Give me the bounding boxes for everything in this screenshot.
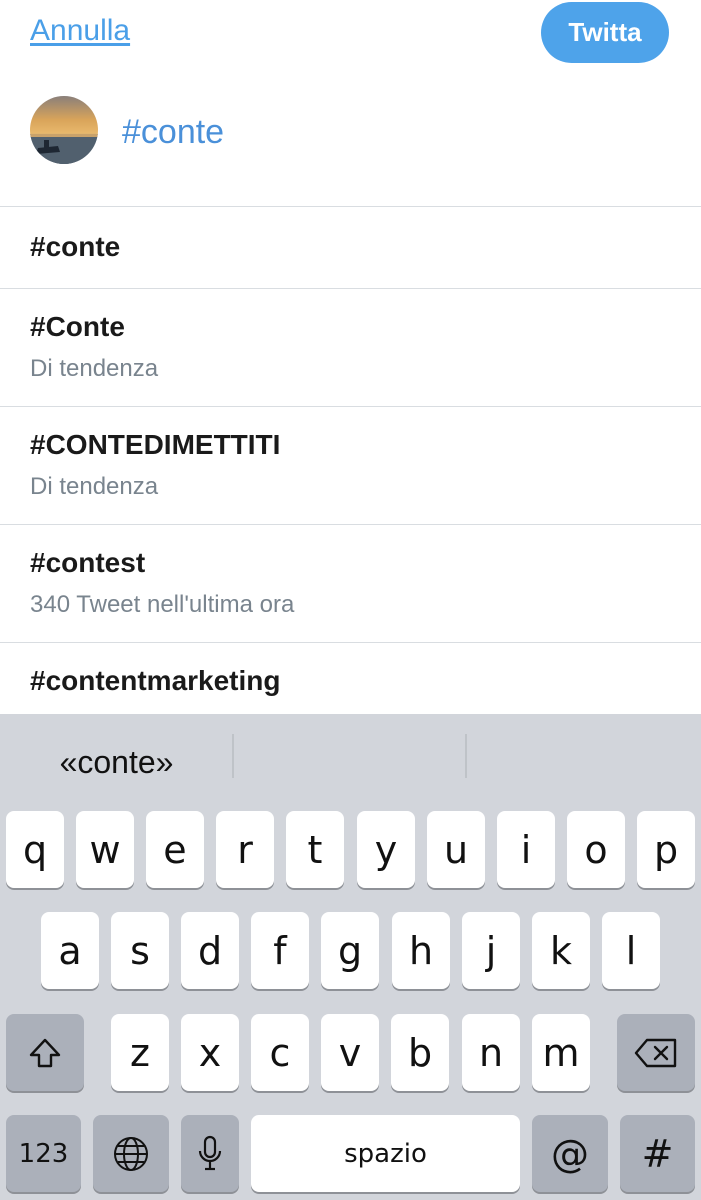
suggestion-tag: #conte bbox=[30, 231, 121, 262]
key-i[interactable]: i bbox=[497, 811, 555, 888]
key-z[interactable]: z bbox=[111, 1014, 169, 1091]
key-m[interactable]: m bbox=[532, 1014, 590, 1091]
key-x[interactable]: x bbox=[181, 1014, 239, 1091]
key-v[interactable]: v bbox=[321, 1014, 379, 1091]
suggestion-subtitle: Di tendenza bbox=[30, 473, 159, 500]
key-j[interactable]: j bbox=[462, 912, 520, 989]
suggestion-row[interactable]: #contentmarketing bbox=[0, 642, 701, 714]
key-s[interactable]: s bbox=[111, 912, 169, 989]
microphone-icon bbox=[197, 1135, 223, 1173]
key-k[interactable]: k bbox=[532, 912, 590, 989]
at-key[interactable]: @ bbox=[532, 1115, 608, 1192]
space-key[interactable]: spazio bbox=[251, 1115, 520, 1192]
suggestion-row[interactable]: #contest 340 Tweet nell'ultima ora bbox=[0, 524, 701, 642]
shift-icon bbox=[28, 1036, 62, 1070]
globe-key[interactable] bbox=[93, 1115, 169, 1192]
backspace-key[interactable] bbox=[617, 1014, 695, 1091]
key-g[interactable]: g bbox=[321, 912, 379, 989]
prediction-item-empty[interactable] bbox=[234, 714, 466, 810]
key-c[interactable]: c bbox=[251, 1014, 309, 1091]
key-l[interactable]: l bbox=[602, 912, 660, 989]
globe-icon bbox=[112, 1135, 150, 1173]
suggestion-tag: #contest bbox=[30, 547, 146, 578]
suggestion-tag: #contentmarketing bbox=[30, 665, 281, 696]
key-y[interactable]: y bbox=[357, 811, 415, 888]
key-r[interactable]: r bbox=[216, 811, 274, 888]
suggestion-subtitle: 340 Tweet nell'ultima ora bbox=[30, 591, 295, 618]
compose-header: Annulla Twitta #conte bbox=[0, 0, 701, 206]
cancel-button[interactable]: Annulla bbox=[30, 14, 130, 48]
key-h[interactable]: h bbox=[392, 912, 450, 989]
prediction-bar: «conte» bbox=[0, 714, 701, 810]
key-e[interactable]: e bbox=[146, 811, 204, 888]
hashtag-suggestions: #conte #Conte Di tendenza #CONTEDIMETTIT… bbox=[0, 206, 701, 714]
key-q[interactable]: q bbox=[6, 811, 64, 888]
compose-text[interactable]: #conte bbox=[122, 113, 224, 152]
hash-key[interactable]: # bbox=[620, 1115, 695, 1192]
prediction-item-empty[interactable] bbox=[467, 714, 701, 810]
key-f[interactable]: f bbox=[251, 912, 309, 989]
key-d[interactable]: d bbox=[181, 912, 239, 989]
suggestion-tag: #Conte bbox=[30, 311, 125, 342]
key-w[interactable]: w bbox=[76, 811, 134, 888]
tweet-button[interactable]: Twitta bbox=[541, 2, 669, 63]
avatar bbox=[30, 96, 98, 164]
suggestion-tag: #CONTEDIMETTITI bbox=[30, 429, 281, 460]
key-b[interactable]: b bbox=[391, 1014, 449, 1091]
suggestion-row[interactable]: #CONTEDIMETTITI Di tendenza bbox=[0, 406, 701, 524]
key-a[interactable]: a bbox=[41, 912, 99, 989]
key-t[interactable]: t bbox=[286, 811, 344, 888]
prediction-item[interactable]: «conte» bbox=[0, 714, 233, 810]
key-p[interactable]: p bbox=[637, 811, 695, 888]
suggestion-row[interactable]: #Conte Di tendenza bbox=[0, 288, 701, 406]
key-o[interactable]: o bbox=[567, 811, 625, 888]
key-n[interactable]: n bbox=[462, 1014, 520, 1091]
numbers-key[interactable]: 123 bbox=[6, 1115, 81, 1192]
key-u[interactable]: u bbox=[427, 811, 485, 888]
dictation-key[interactable] bbox=[181, 1115, 239, 1192]
keyboard: «conte» qwertyuiop asdfghjkl zxcvbnm 123 s… bbox=[0, 714, 701, 1200]
shift-key[interactable] bbox=[6, 1014, 84, 1091]
suggestion-subtitle: Di tendenza bbox=[30, 355, 159, 382]
suggestion-row[interactable]: #conte bbox=[0, 206, 701, 288]
backspace-icon bbox=[634, 1038, 678, 1068]
